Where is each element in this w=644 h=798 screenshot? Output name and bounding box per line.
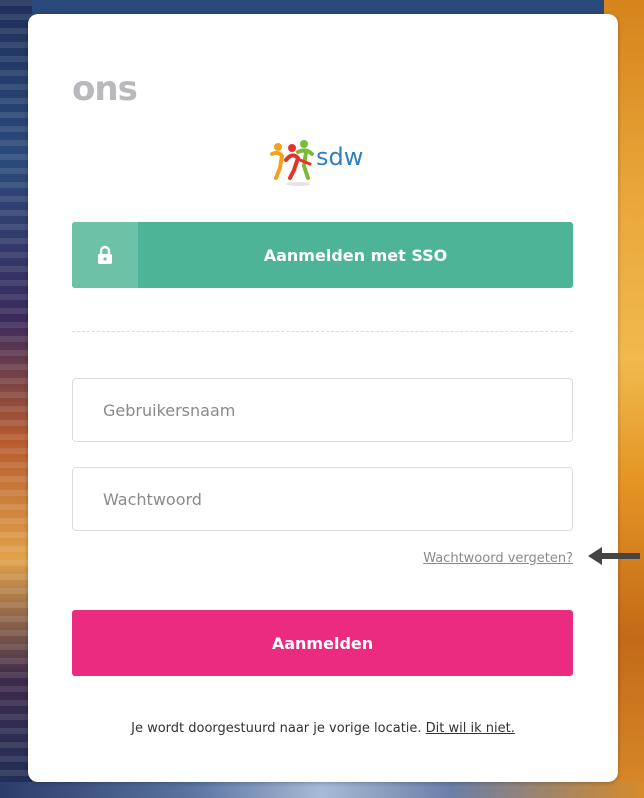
forgot-password-link[interactable]: Wachtwoord vergeten? <box>423 551 573 566</box>
sdw-logo: sdw <box>268 138 383 188</box>
redirect-notice-text: Je wordt doorgestuurd naar je vorige loc… <box>131 721 422 736</box>
login-submit-button[interactable]: Aanmelden <box>72 610 573 676</box>
arrow-pointer-icon <box>588 547 640 565</box>
sdw-logo-text: sdw <box>316 143 364 171</box>
decline-redirect-link[interactable]: Dit wil ik niet. <box>426 721 515 736</box>
sso-icon-box <box>72 222 138 288</box>
sso-login-button[interactable]: Aanmelden met SSO <box>72 222 573 288</box>
sdw-figures-icon <box>270 140 314 186</box>
divider <box>72 331 573 332</box>
login-card: ons sdw Aanmelden met SSO Wachtwoord ver… <box>28 14 618 782</box>
sso-login-label: Aanmelden met SSO <box>263 245 448 265</box>
username-input[interactable] <box>72 378 573 442</box>
lock-icon <box>98 245 112 264</box>
redirect-notice: Je wordt doorgestuurd naar je vorige loc… <box>28 721 618 736</box>
background-art-bottom <box>0 782 644 798</box>
password-input[interactable] <box>72 467 573 531</box>
ons-brand-logo: ons <box>72 69 138 109</box>
